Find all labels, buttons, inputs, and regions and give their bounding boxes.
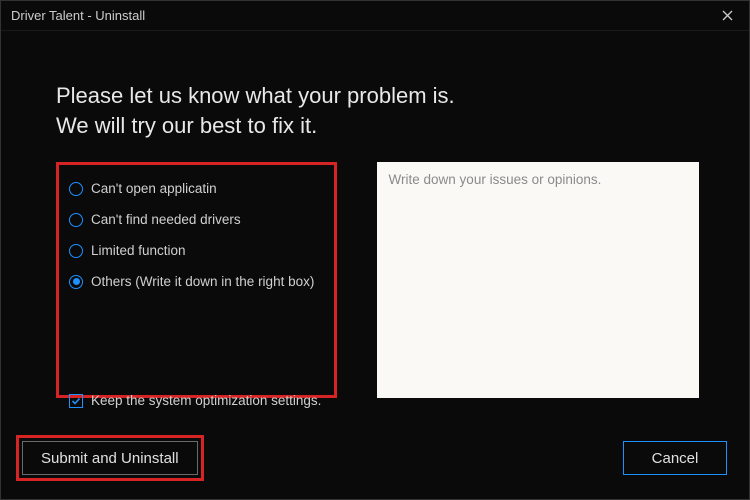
radio-label: Can't find needed drivers — [91, 212, 241, 227]
cancel-button[interactable]: Cancel — [623, 441, 727, 475]
radio-label: Can't open applicatin — [91, 181, 217, 196]
window-title: Driver Talent - Uninstall — [11, 8, 145, 23]
radio-others[interactable]: Others (Write it down in the right box) — [69, 266, 316, 297]
heading-line-1: Please let us know what your problem is. — [56, 81, 699, 111]
button-bar: Submit and Uninstall Cancel — [1, 435, 749, 481]
submit-uninstall-button[interactable]: Submit and Uninstall — [22, 441, 198, 475]
radio-icon — [69, 244, 83, 258]
heading: Please let us know what your problem is.… — [56, 81, 699, 140]
radio-cant-open[interactable]: Can't open applicatin — [69, 173, 316, 204]
radio-icon — [69, 213, 83, 227]
titlebar: Driver Talent - Uninstall — [1, 1, 749, 31]
main-row: Can't open applicatin Can't find needed … — [56, 162, 699, 398]
feedback-textarea[interactable] — [377, 162, 699, 398]
radio-label: Others (Write it down in the right box) — [91, 274, 314, 289]
submit-highlight: Submit and Uninstall — [16, 435, 204, 481]
radio-limited-function[interactable]: Limited function — [69, 235, 316, 266]
close-icon[interactable] — [717, 6, 737, 26]
dialog-content: Please let us know what your problem is.… — [1, 31, 749, 499]
checkbox-icon — [69, 394, 83, 408]
radio-cant-find-drivers[interactable]: Can't find needed drivers — [69, 204, 316, 235]
checkbox-label: Keep the system optimization settings. — [91, 393, 321, 408]
reason-options-group: Can't open applicatin Can't find needed … — [56, 162, 337, 398]
radio-icon — [69, 275, 83, 289]
heading-line-2: We will try our best to fix it. — [56, 111, 699, 141]
radio-label: Limited function — [91, 243, 186, 258]
keep-settings-checkbox[interactable]: Keep the system optimization settings. — [69, 393, 321, 408]
radio-icon — [69, 182, 83, 196]
